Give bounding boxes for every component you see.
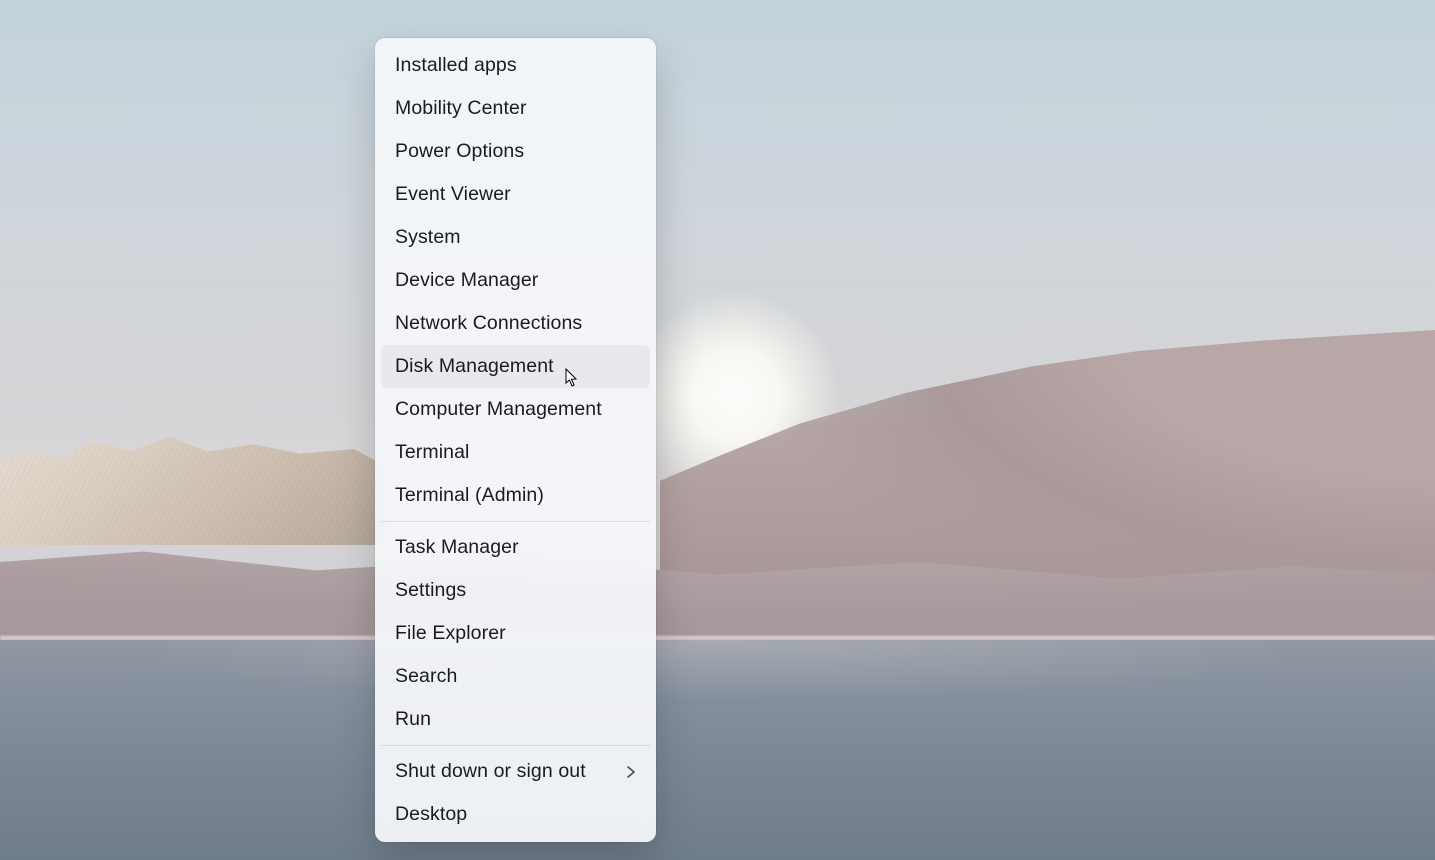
- menu-item-system[interactable]: System: [381, 216, 650, 259]
- wallpaper-dune-far: [660, 330, 1435, 590]
- menu-item-label: Installed apps: [395, 54, 517, 77]
- winx-context-menu[interactable]: Installed apps Mobility Center Power Optio…: [375, 38, 656, 842]
- menu-item-terminal-admin[interactable]: Terminal (Admin): [381, 474, 650, 517]
- menu-item-label: Task Manager: [395, 536, 519, 559]
- menu-item-label: Event Viewer: [395, 183, 511, 206]
- menu-item-desktop[interactable]: Desktop: [381, 793, 650, 836]
- menu-item-shut-down-sign-out[interactable]: Shut down or sign out: [381, 750, 650, 793]
- menu-item-computer-management[interactable]: Computer Management: [381, 388, 650, 431]
- menu-item-label: Run: [395, 708, 431, 731]
- menu-item-label: Power Options: [395, 140, 524, 163]
- menu-separator: [381, 521, 650, 522]
- menu-item-power-options[interactable]: Power Options: [381, 130, 650, 173]
- menu-item-label: Terminal: [395, 441, 470, 464]
- menu-item-installed-apps[interactable]: Installed apps: [381, 44, 650, 87]
- menu-item-label: Search: [395, 665, 457, 688]
- menu-item-label: Desktop: [395, 803, 467, 826]
- menu-separator: [381, 745, 650, 746]
- menu-item-label: Mobility Center: [395, 97, 527, 120]
- menu-item-file-explorer[interactable]: File Explorer: [381, 612, 650, 655]
- menu-item-device-manager[interactable]: Device Manager: [381, 259, 650, 302]
- menu-item-terminal[interactable]: Terminal: [381, 431, 650, 474]
- menu-item-search[interactable]: Search: [381, 655, 650, 698]
- menu-item-event-viewer[interactable]: Event Viewer: [381, 173, 650, 216]
- wallpaper-rocks: [0, 425, 385, 545]
- menu-item-task-manager[interactable]: Task Manager: [381, 526, 650, 569]
- menu-item-label: File Explorer: [395, 622, 506, 645]
- menu-item-label: Network Connections: [395, 312, 582, 335]
- menu-item-label: Disk Management: [395, 355, 554, 378]
- menu-item-label: System: [395, 226, 461, 249]
- menu-item-disk-management[interactable]: Disk Management: [381, 345, 650, 388]
- desktop-wallpaper: Installed apps Mobility Center Power Optio…: [0, 0, 1435, 860]
- chevron-right-icon: [624, 765, 638, 779]
- menu-item-network-connections[interactable]: Network Connections: [381, 302, 650, 345]
- wallpaper-lake: [0, 640, 1435, 860]
- menu-item-label: Terminal (Admin): [395, 484, 544, 507]
- menu-item-label: Settings: [395, 579, 466, 602]
- menu-item-label: Device Manager: [395, 269, 538, 292]
- menu-item-mobility-center[interactable]: Mobility Center: [381, 87, 650, 130]
- menu-item-run[interactable]: Run: [381, 698, 650, 741]
- menu-item-label: Computer Management: [395, 398, 602, 421]
- menu-item-settings[interactable]: Settings: [381, 569, 650, 612]
- menu-item-label: Shut down or sign out: [395, 760, 586, 783]
